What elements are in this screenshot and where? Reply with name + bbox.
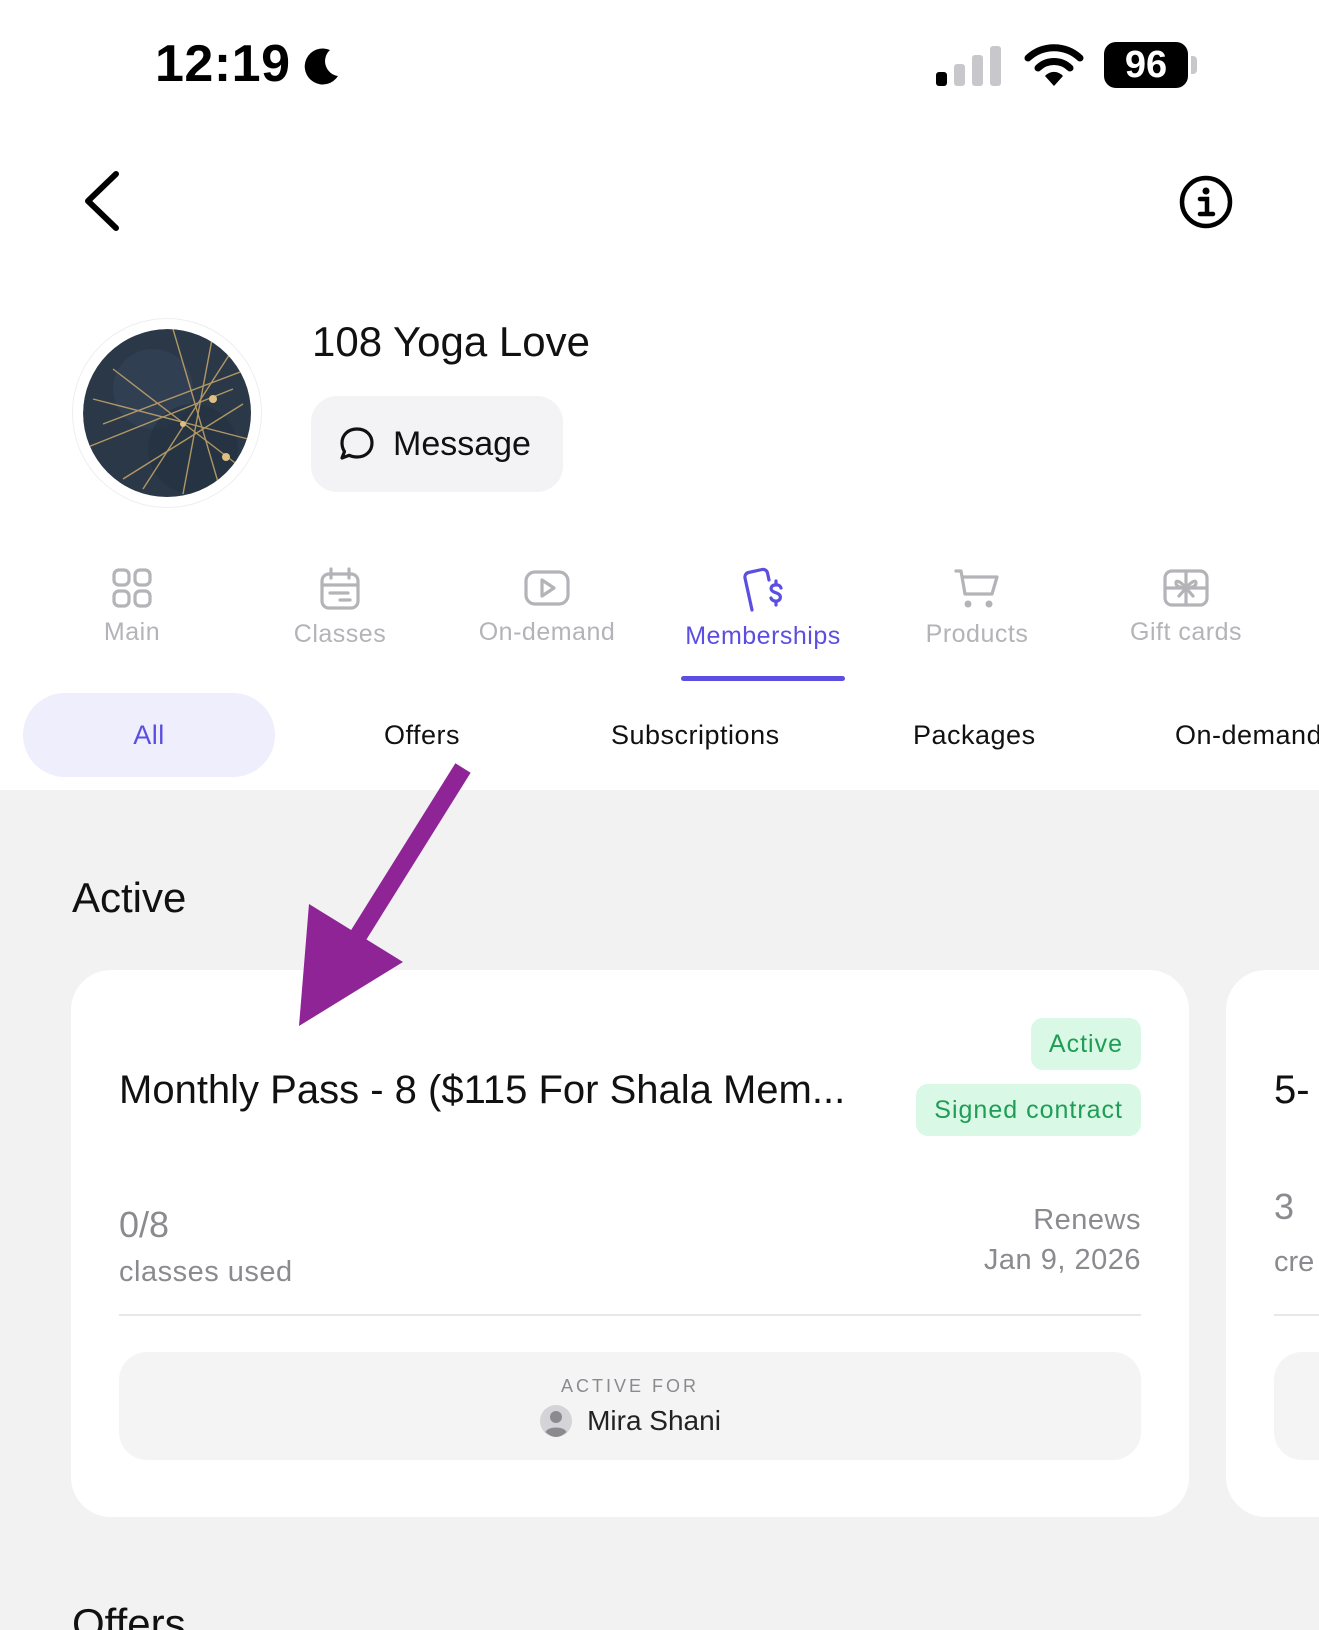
filter-chip-offers[interactable]: Offers bbox=[384, 693, 460, 777]
info-icon[interactable] bbox=[1178, 174, 1234, 230]
tab-products-label: Products bbox=[925, 620, 1029, 648]
play-icon bbox=[524, 570, 570, 606]
section-title-offers: Offers bbox=[72, 1600, 186, 1630]
user-avatar-icon bbox=[540, 1405, 573, 1437]
membership-dollar-icon bbox=[743, 567, 783, 612]
tab-main-label: Main bbox=[103, 618, 161, 646]
chevron-left-icon[interactable] bbox=[78, 168, 124, 234]
renews-date: Jan 9, 2026 bbox=[983, 1244, 1141, 1276]
status-badge-active: Active bbox=[1030, 1018, 1141, 1070]
credits-count-next: 3 bbox=[1274, 1186, 1295, 1227]
tab-products[interactable]: Products bbox=[918, 566, 1036, 649]
battery-nub bbox=[1191, 56, 1197, 74]
wifi-icon bbox=[1024, 44, 1084, 86]
tab-main[interactable]: Main bbox=[88, 566, 176, 647]
message-button-label: Message bbox=[393, 424, 531, 463]
status-badge-signed-contract: Signed contract bbox=[916, 1084, 1141, 1136]
active-tab-indicator bbox=[681, 676, 845, 681]
studio-logo-image bbox=[83, 329, 251, 497]
filter-chip-subscriptions[interactable]: Subscriptions bbox=[611, 693, 780, 777]
membership-card-next[interactable]: 5- 3 cre bbox=[1226, 970, 1319, 1517]
credits-label-next: cre bbox=[1274, 1246, 1315, 1278]
chat-bubble-icon bbox=[340, 427, 374, 460]
studio-name: 108 Yoga Love bbox=[312, 318, 590, 365]
section-title-active: Active bbox=[72, 874, 187, 921]
cellular-signal-icon bbox=[936, 44, 1001, 86]
classes-used-count: 0/8 bbox=[119, 1204, 170, 1245]
filter-chip-packages[interactable]: Packages bbox=[913, 693, 1036, 777]
status-time: 12:19 bbox=[155, 35, 291, 93]
message-button[interactable]: Message bbox=[311, 396, 563, 492]
membership-title: Monthly Pass - 8 ($115 For Shala Mem... bbox=[119, 1068, 846, 1112]
memberships-content: Active Monthly Pass - 8 ($115 For Shala … bbox=[0, 790, 1319, 1630]
filter-chip-all[interactable]: All bbox=[23, 693, 275, 777]
card-divider-next bbox=[1274, 1314, 1319, 1316]
tab-gift-cards[interactable]: Gift cards bbox=[1124, 566, 1248, 647]
active-for-label: ACTIVE FOR bbox=[560, 1376, 699, 1396]
moon-icon bbox=[304, 48, 338, 85]
tab-classes[interactable]: Classes bbox=[284, 566, 396, 649]
card-divider bbox=[119, 1314, 1141, 1316]
active-for-box: ACTIVE FOR Mira Shani bbox=[119, 1352, 1141, 1460]
gift-card-icon bbox=[1163, 569, 1209, 607]
status-bar: 12:19 96 bbox=[0, 0, 1319, 130]
studio-avatar bbox=[72, 318, 262, 508]
tab-memberships[interactable]: Memberships bbox=[681, 566, 845, 651]
filter-chip-on-demand[interactable]: On-demand bbox=[1175, 693, 1319, 777]
tab-on-demand[interactable]: On-demand bbox=[472, 566, 622, 647]
active-for-box-next bbox=[1274, 1352, 1319, 1460]
tab-classes-label: Classes bbox=[293, 620, 387, 648]
battery-indicator: 96 bbox=[1104, 42, 1188, 88]
main-tab-bar: Main Classes On-demand Memberships Produ… bbox=[0, 566, 1319, 686]
renews-label: Renews bbox=[1033, 1204, 1141, 1236]
membership-title-next: 5- bbox=[1274, 1068, 1310, 1112]
tab-memberships-label: Memberships bbox=[685, 622, 841, 650]
tab-on-demand-label: On-demand bbox=[478, 618, 616, 646]
grid-icon bbox=[112, 568, 152, 608]
active-for-user-name: Mira Shani bbox=[587, 1405, 721, 1436]
calendar-icon bbox=[320, 567, 360, 610]
classes-used-label: classes used bbox=[119, 1256, 293, 1288]
filter-chip-bar: All Offers Subscriptions Packages On-dem… bbox=[0, 693, 1319, 789]
tab-gift-cards-label: Gift cards bbox=[1130, 618, 1242, 646]
active-for-user: Mira Shani bbox=[119, 1404, 1141, 1438]
membership-card[interactable]: Monthly Pass - 8 ($115 For Shala Mem... … bbox=[71, 970, 1189, 1517]
cart-icon bbox=[954, 569, 999, 608]
